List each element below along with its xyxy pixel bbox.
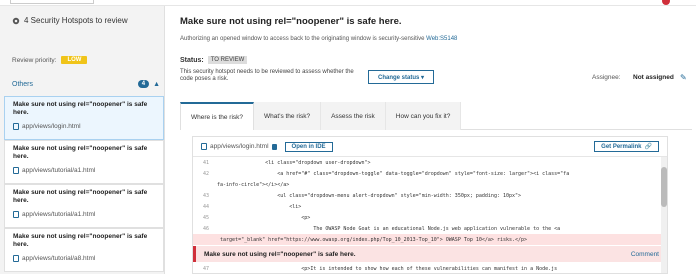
hotspot-file: app/views/tutorial/a8.html <box>13 255 157 262</box>
hotspot-file: app/views/login.html <box>13 123 157 130</box>
hotspot-item[interactable]: Make sure not using rel="noopener" is sa… <box>4 140 164 184</box>
file-icon <box>13 255 19 262</box>
chevron-up-icon[interactable]: ▲ <box>153 81 160 88</box>
hotspot-item[interactable]: Make sure not using rel="noopener" is sa… <box>4 184 164 228</box>
hotspot-item[interactable]: Make sure not using rel="noopener" is sa… <box>4 96 164 140</box>
tab-assess-risk[interactable]: Assess the risk <box>321 102 386 130</box>
hotspot-title: Make sure not using rel="noopener" is sa… <box>13 101 148 116</box>
code-line: 47 <p>It is intended to show how each of… <box>202 265 558 272</box>
edit-assignee-icon[interactable]: ✎ <box>680 73 687 82</box>
hotspot-count-header: 4 Security Hotspots to review <box>12 16 128 25</box>
hotspot-count-label: 4 Security Hotspots to review <box>24 16 128 25</box>
code-line: 44 <li> <box>202 203 302 210</box>
shield-icon <box>12 17 20 24</box>
code-line: 45 <p> <box>202 214 311 221</box>
code-header: app/views/login.html Open in IDE Get Per… <box>193 137 667 157</box>
review-priority: Review priority: LOW <box>12 56 88 64</box>
code-line: 41 <li class="dropdown user-dropdown"> <box>202 159 371 166</box>
tab-whats-the-risk[interactable]: What's the risk? <box>254 102 322 130</box>
get-permalink-button[interactable]: Get Permalink 🔗 <box>594 141 659 152</box>
open-in-ide-button[interactable]: Open in IDE <box>284 141 333 152</box>
status-value: TO REVIEW <box>207 56 248 64</box>
hotspot-title: Make sure not using rel="noopener" is sa… <box>13 233 148 248</box>
code-viewer: app/views/login.html Open in IDE Get Per… <box>192 136 668 274</box>
hotspot-file-path: app/views/tutorial/a1.html <box>22 211 96 218</box>
code-file: app/views/login.html <box>201 143 277 150</box>
code-line: 43 <ul class="dropdown-menu alert-dropdo… <box>202 192 522 199</box>
issue-title: Make sure not using rel="noopener" is sa… <box>204 250 356 258</box>
hotspot-item[interactable]: Make sure not using rel="noopener" is sa… <box>4 228 164 272</box>
code-line-highlighted: target="_blank" href="https://www.owasp.… <box>193 234 667 245</box>
tab-where-is-risk[interactable]: Where is the risk? <box>180 102 255 130</box>
rule-link[interactable]: Web:S5148 <box>426 36 457 42</box>
file-icon <box>13 211 19 218</box>
tab-how-to-fix[interactable]: How can you fix it? <box>385 102 462 130</box>
code-file-path: app/views/login.html <box>210 143 269 150</box>
permalink-label: Get Permalink <box>601 143 642 150</box>
hotspot-subtitle: Authorizing an opened window to access b… <box>180 36 457 42</box>
top-left-box <box>10 0 94 4</box>
main-panel: Make sure not using rel="noopener" is sa… <box>168 6 696 274</box>
hotspot-list: Make sure not using rel="noopener" is sa… <box>4 96 164 272</box>
link-icon: 🔗 <box>644 144 652 150</box>
status-label: Status: <box>180 56 204 64</box>
review-priority-label: Review priority: <box>12 56 57 64</box>
issue-box: Make sure not using rel="noopener" is sa… <box>193 246 667 262</box>
code-body: 41 <li class="dropdown user-dropdown"> 4… <box>193 157 667 273</box>
file-icon <box>13 123 19 130</box>
category-label: Others <box>12 80 34 88</box>
category-count-badge: 4 <box>137 80 150 88</box>
file-icon <box>13 167 19 174</box>
scrollbar-thumb[interactable] <box>661 167 667 207</box>
sidebar: 4 Security Hotspots to review Review pri… <box>0 6 165 274</box>
status-row: Status: TO REVIEW <box>180 56 248 64</box>
hotspot-tabs: Where is the risk? What's the risk? Asse… <box>180 102 692 130</box>
hotspot-file: app/views/tutorial/a1.html <box>13 211 157 218</box>
code-line: fa-info-circle"></i></a> <box>217 181 290 188</box>
change-status-button[interactable]: Change status ▾ <box>368 70 434 84</box>
file-icon <box>201 143 207 150</box>
code-line: 46 The OWASP Node Goat is an educational… <box>202 225 561 232</box>
hotspot-file-path: app/views/tutorial/a1.html <box>22 167 96 174</box>
category-others[interactable]: Others 4 ▲ <box>12 80 160 88</box>
assignee-label: Assignee: <box>592 74 621 81</box>
hotspot-title: Make sure not using rel="noopener" is sa… <box>13 189 148 204</box>
assignee-value: Not assigned <box>633 74 674 81</box>
code-line: 42 <a href="#" class="dropdown-toggle" d… <box>202 170 570 177</box>
code-scrollbar[interactable] <box>661 157 667 273</box>
comment-link[interactable]: Comment <box>631 251 659 258</box>
hotspot-title: Make sure not using rel="noopener" is sa… <box>13 145 148 160</box>
priority-badge: LOW <box>61 56 88 64</box>
hotspot-title-heading: Make sure not using rel="noopener" is sa… <box>180 16 402 27</box>
copy-icon[interactable] <box>271 143 277 150</box>
hotspot-file: app/views/tutorial/a1.html <box>13 167 157 174</box>
hotspot-file-path: app/views/tutorial/a8.html <box>22 255 96 262</box>
subtitle-text: Authorizing an opened window to access b… <box>180 36 425 42</box>
review-text: This security hotspot needs to be review… <box>180 69 354 82</box>
hotspot-file-path: app/views/login.html <box>22 123 81 130</box>
